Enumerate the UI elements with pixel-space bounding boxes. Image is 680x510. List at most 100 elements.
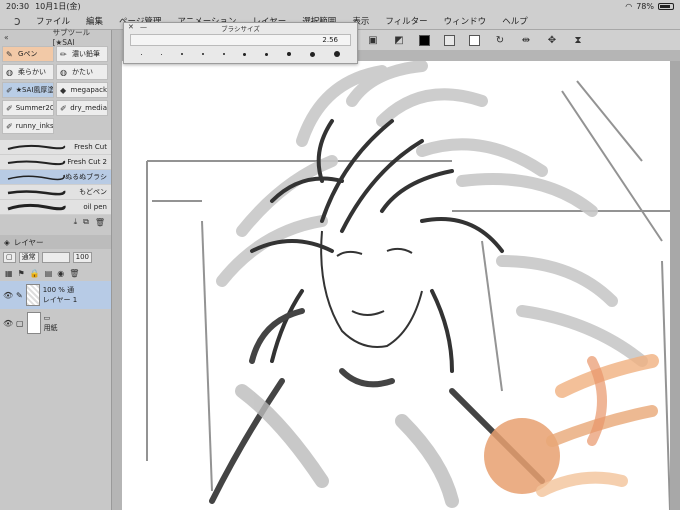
menu-filter[interactable]: フィルター [385, 15, 427, 27]
clip-icon[interactable]: ▦ [5, 269, 13, 278]
left-panel: « サブツール[★SAI ✎ Gペン ✏ 濃い鉛筆 ◍ 柔らかい ◍ かたい ✐ ★SAI… [0, 28, 112, 510]
airbrush-icon: ◍ [60, 67, 67, 77]
subtool-hard[interactable]: ◍ かたい [56, 64, 108, 80]
airbrush-icon: ◍ [6, 67, 13, 77]
layer-opacity: 100 % 通 [42, 286, 75, 294]
subtool-header: « サブツール[★SAI [0, 28, 111, 47]
layer-controls: ▢ 通常 100 [0, 249, 111, 265]
brush-size-slider[interactable]: 2.56 [130, 34, 351, 46]
layer-panel-title: レイヤー [13, 237, 44, 247]
size-preset-dot[interactable] [333, 51, 340, 57]
subtool-dark-pencil[interactable]: ✏ 濃い鉛筆 [56, 46, 108, 62]
menu-window[interactable]: ウィンドウ [444, 15, 487, 27]
brush-icon: ◆ [60, 85, 67, 95]
sketch-artwork [146, 61, 670, 510]
size-preset-dot[interactable] [180, 53, 183, 55]
brush-stroke-preview [7, 174, 65, 181]
flip-icon[interactable]: ⇹ [520, 34, 532, 46]
brush-size-title: ブラシサイズ [221, 25, 260, 33]
canvas-scrollbar[interactable] [670, 61, 680, 510]
battery-icon [658, 2, 674, 10]
subtool-soft[interactable]: ◍ 柔らかい [2, 64, 54, 80]
drawing-canvas[interactable] [122, 61, 670, 510]
brush-stroke-preview [7, 160, 66, 166]
wifi-icon: ◠ [625, 1, 633, 11]
size-preset-dot[interactable] [161, 53, 163, 55]
trash-icon[interactable]: 🗑 [95, 218, 105, 227]
eye-icon[interactable]: 👁 [3, 291, 13, 300]
main-color-swatch[interactable] [419, 34, 430, 46]
subtool-g-pen[interactable]: ✎ Gペン [2, 46, 54, 62]
subtool-dry-media[interactable]: ✐ dry_media [56, 100, 108, 116]
brush-stroke-preview [7, 144, 66, 150]
collapse-icon[interactable]: « [4, 33, 9, 42]
fit-icon[interactable]: ⧗ [572, 34, 584, 46]
brush-icon: ✐ [6, 121, 13, 131]
mask-icon[interactable]: ◉ [57, 269, 64, 278]
battery-percent: 78% [636, 1, 654, 11]
opacity-value[interactable]: 100 [72, 251, 92, 263]
save-icon[interactable]: ▣ [367, 34, 379, 46]
subtool-list: ✎ Gペン ✏ 濃い鉛筆 ◍ 柔らかい ◍ かたい ✐ ★SAI風厚塗 ◆ megapack… [0, 44, 111, 136]
rotate-icon[interactable]: ↻ [494, 34, 506, 46]
pen-icon: ✎ [16, 290, 23, 300]
size-preset-dot[interactable] [222, 53, 225, 55]
menu-help[interactable]: ヘルプ [502, 15, 528, 27]
size-preset-dot[interactable] [286, 52, 291, 56]
lock-icon[interactable]: 🔒 [30, 269, 40, 278]
layer-panel-header: ◈ レイヤー [0, 235, 111, 249]
color-swap-icon[interactable]: ◩ [393, 34, 405, 46]
brush-stroke-preview [7, 190, 66, 196]
subtool-runny-inks[interactable]: ✐ runny_inks [2, 118, 54, 134]
blend-mode-select[interactable]: 通常 [18, 251, 39, 263]
brush-list: Fresh Cut Fresh Cut 2 ぬるぬブラシ もどペン oil pe… [0, 140, 111, 215]
copy-icon[interactable]: ⧉ [83, 217, 89, 227]
layer-name: レイヤー 1 [42, 296, 78, 304]
subtool-summer20[interactable]: ✐ Summer20 [2, 100, 54, 116]
alpha-lock-icon[interactable]: ▤ [45, 269, 53, 278]
opacity-slider[interactable] [41, 251, 70, 263]
reference-icon[interactable]: ⚑ [18, 269, 25, 278]
layer-row[interactable]: 👁 ▢ ▭ 用紙 [0, 309, 111, 337]
brush-icon: ✐ [6, 85, 13, 95]
pen-icon: ✎ [6, 49, 13, 59]
close-icon[interactable]: ✕ [128, 23, 134, 31]
layer-tool-icons: ▦ ⚑ 🔒 ▤ ◉ 🗑 [0, 265, 111, 281]
pencil-icon: ✏ [60, 49, 67, 59]
transparent-color-swatch[interactable] [469, 34, 480, 46]
brush-size-title-bar: ✕ — ブラシサイズ [124, 23, 357, 33]
size-preset-dot[interactable] [265, 52, 269, 56]
minimize-icon[interactable]: — [140, 23, 147, 31]
download-icon[interactable]: ⤓ [74, 217, 78, 227]
subtool-title: サブツール[★SAI [52, 28, 91, 47]
trash-icon[interactable]: 🗑 [69, 269, 79, 278]
layer-lock-toggle[interactable]: ▢ [3, 251, 16, 263]
brush-item[interactable]: Fresh Cut [0, 140, 111, 155]
layers-icon: ◈ [4, 237, 10, 247]
brush-item[interactable]: Fresh Cut 2 [0, 155, 111, 170]
layer-thumbnail [26, 312, 41, 334]
date: 10月1日(金) [35, 1, 81, 11]
menu-file[interactable]: ファイル [36, 15, 70, 27]
canvas-area[interactable] [112, 50, 680, 510]
brush-icon: ✐ [6, 103, 13, 113]
move-icon[interactable]: ✥ [546, 34, 558, 46]
command-bar: ▣ ◩ ↻ ⇹ ✥ ⧗ [355, 30, 680, 50]
size-preset-dot[interactable] [243, 52, 247, 56]
size-preset-dot[interactable] [141, 53, 143, 55]
size-preset-dot[interactable] [201, 53, 204, 55]
size-preset-dot[interactable] [309, 51, 315, 57]
brush-icon: ✐ [60, 103, 67, 113]
sub-color-swatch[interactable] [444, 34, 455, 46]
eye-icon[interactable]: 👁 [3, 319, 13, 328]
menu-edit[interactable]: 編集 [86, 15, 103, 27]
brush-item[interactable]: もどペン [0, 185, 111, 200]
brush-item[interactable]: ぬるぬブラシ [0, 170, 111, 185]
subtool-sai-thick[interactable]: ✐ ★SAI風厚塗 [2, 82, 54, 98]
app-logo-icon[interactable]: ↄ [14, 14, 36, 28]
checkbox-icon[interactable]: ▢ [16, 319, 24, 328]
layer-row[interactable]: 👁 ✎ 100 % 通 レイヤー 1 [0, 281, 111, 309]
subtool-megapack[interactable]: ◆ megapack [56, 82, 108, 98]
brush-item[interactable]: oil pen [0, 200, 111, 215]
brush-size-presets [124, 48, 357, 60]
